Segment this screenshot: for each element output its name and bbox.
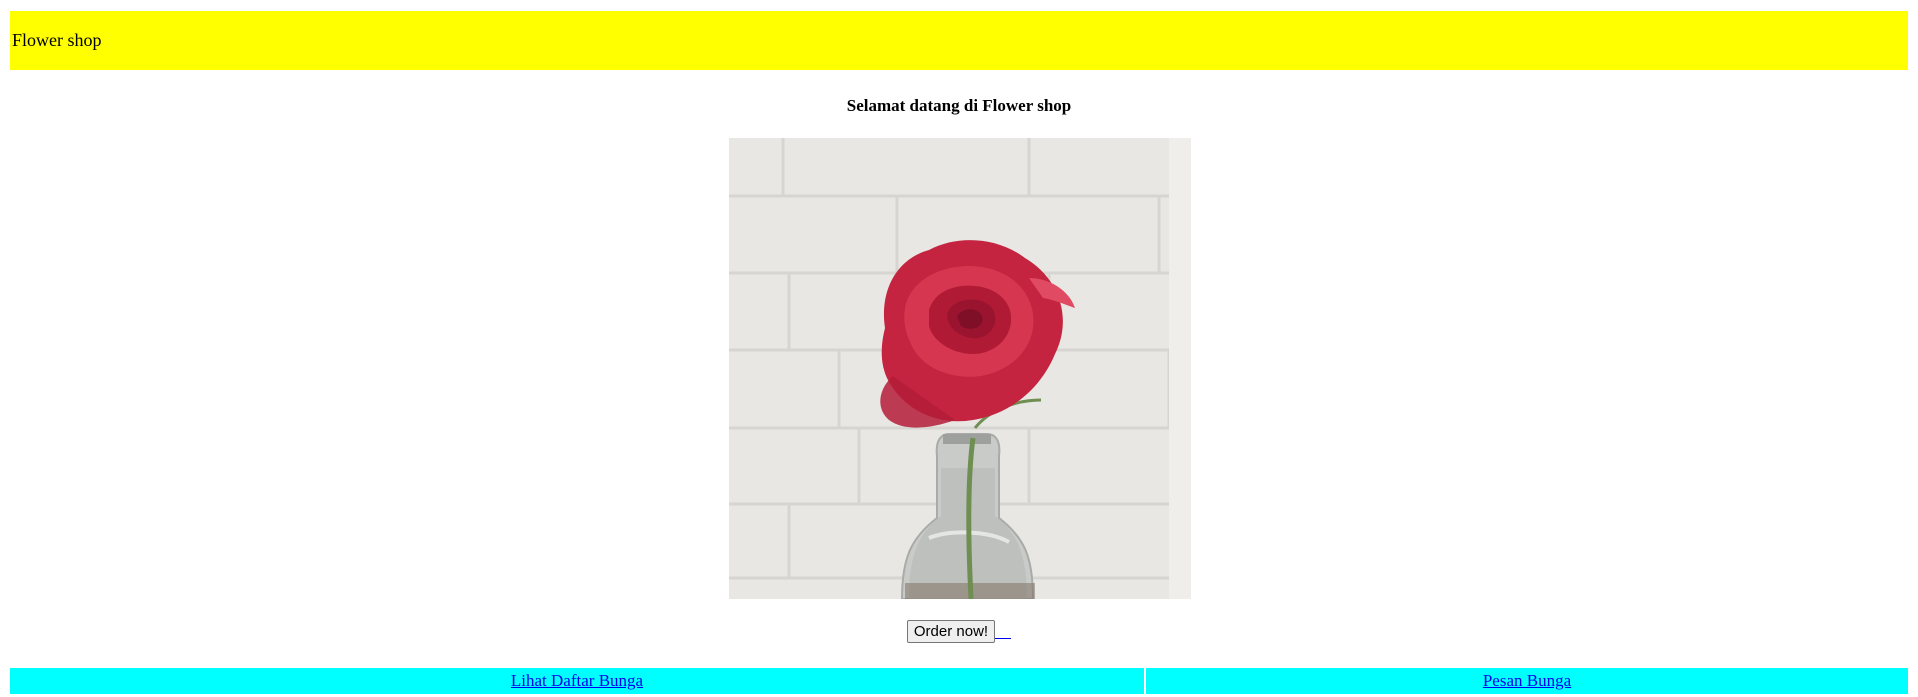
rose-image	[729, 138, 1191, 599]
order-link[interactable]	[995, 636, 1012, 639]
site-title: Flower shop	[12, 30, 102, 50]
nav-cell-lihat-daftar-bunga: Lihat Daftar Bunga	[10, 668, 1144, 694]
order-now-button[interactable]: Order now!	[906, 620, 996, 643]
pesan-bunga-link[interactable]: Pesan Bunga	[1483, 671, 1571, 691]
welcome-heading: Selamat datang di Flower shop	[846, 96, 1072, 115]
order-row: Order now!	[0, 620, 1918, 643]
nav-cell-pesan-bunga: Pesan Bunga	[1146, 668, 1908, 694]
bottom-nav: Lihat Daftar Bunga Pesan Bunga	[10, 668, 1908, 694]
site-header: Flower shop	[10, 11, 1908, 70]
lihat-daftar-bunga-link[interactable]: Lihat Daftar Bunga	[511, 671, 643, 691]
